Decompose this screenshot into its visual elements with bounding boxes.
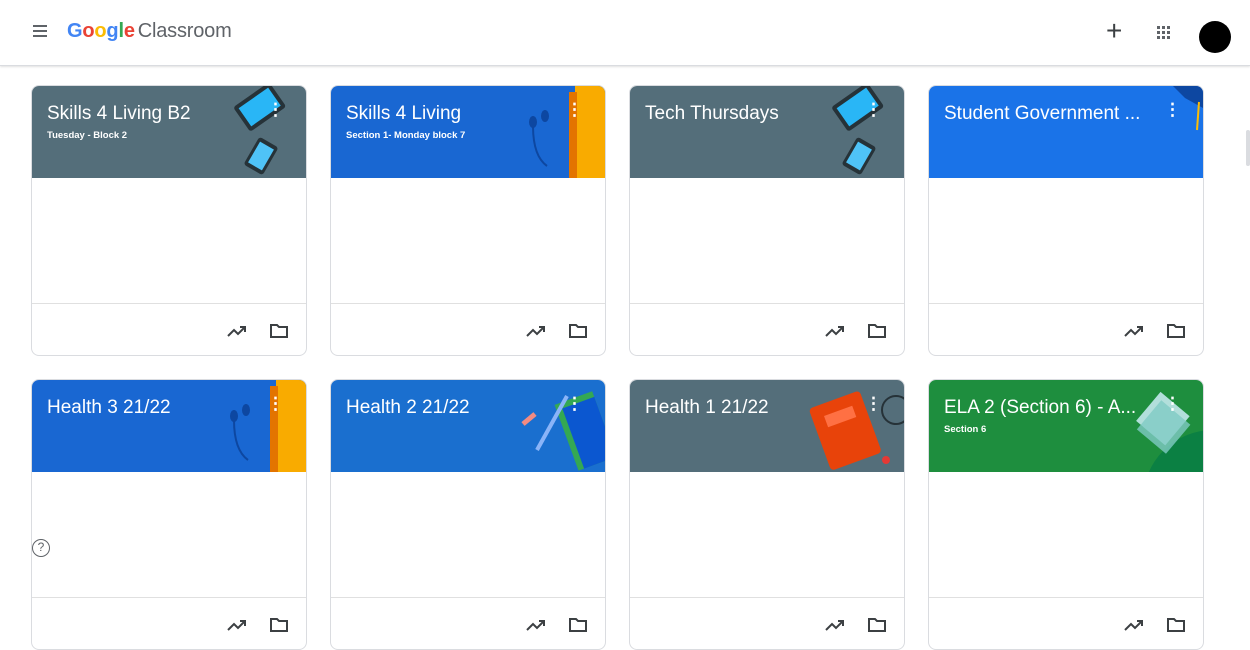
class-theme-illustration	[804, 380, 904, 472]
folder-icon[interactable]	[269, 322, 289, 340]
trending-up-icon[interactable]	[824, 322, 846, 340]
class-card-actions	[929, 303, 1203, 355]
brand-letter: o	[82, 20, 95, 42]
grid-dot	[1162, 36, 1165, 39]
class-card-header[interactable]: Health 1 21/22 ⋮	[630, 380, 904, 472]
main-menu-button[interactable]	[28, 22, 52, 46]
class-title[interactable]: Skills 4 Living	[346, 103, 556, 125]
class-card-header[interactable]: Skills 4 Living Section 1- Monday block 7…	[331, 86, 605, 178]
trending-up-icon[interactable]	[525, 322, 547, 340]
trending-up-icon[interactable]	[824, 616, 846, 634]
class-card[interactable]: ELA 2 (Section 6) - A... Section 6 ⋮	[928, 379, 1204, 650]
class-title[interactable]: Health 2 21/22	[346, 397, 556, 419]
class-theme-illustration	[206, 86, 306, 178]
class-card-actions	[32, 303, 306, 355]
trending-up-icon[interactable]	[525, 616, 547, 634]
folder-icon[interactable]	[867, 322, 887, 340]
class-card-actions	[630, 597, 904, 649]
more-vert-icon[interactable]: ⋮	[865, 101, 882, 118]
scrollbar-thumb[interactable]	[1246, 130, 1250, 166]
class-title[interactable]: Tech Thursdays	[645, 103, 855, 125]
class-card[interactable]: Student Government ... ⋮	[928, 85, 1204, 356]
class-card-actions	[331, 303, 605, 355]
grid-dot	[1157, 31, 1160, 34]
class-card[interactable]: Tech Thursdays ⋮	[629, 85, 905, 356]
hamburger-line	[33, 30, 47, 32]
help-icon[interactable]: ?	[32, 539, 50, 557]
more-vert-icon[interactable]: ⋮	[566, 101, 583, 118]
top-app-bar: Google Classroom +	[0, 0, 1250, 66]
class-theme-illustration	[505, 380, 605, 472]
class-card[interactable]: Health 3 21/22 ⋮	[31, 379, 307, 650]
hamburger-menu-icon	[33, 25, 47, 27]
class-card-actions	[630, 303, 904, 355]
grid-dot	[1162, 26, 1165, 29]
folder-icon[interactable]	[867, 616, 887, 634]
class-card[interactable]: Health 1 21/22 ⋮	[629, 379, 905, 650]
brand-letter: o	[94, 20, 107, 42]
grid-dot	[1167, 31, 1170, 34]
brand-letter: G	[67, 20, 83, 42]
trending-up-icon[interactable]	[1123, 616, 1145, 634]
class-theme-illustration	[1103, 86, 1203, 178]
more-vert-icon[interactable]: ⋮	[267, 395, 284, 412]
grid-dot	[1167, 26, 1170, 29]
class-theme-illustration	[804, 86, 904, 178]
grid-dot	[1157, 26, 1160, 29]
class-section[interactable]: Tuesday - Block 2	[47, 130, 127, 141]
app-name: Classroom	[137, 20, 232, 42]
class-theme-illustration	[206, 380, 306, 472]
class-title[interactable]: ELA 2 (Section 6) - A...	[944, 397, 1154, 419]
more-vert-icon[interactable]: ⋮	[865, 395, 882, 412]
folder-icon[interactable]	[568, 616, 588, 634]
folder-icon[interactable]	[1166, 616, 1186, 634]
grid-dot	[1157, 36, 1160, 39]
class-card-header[interactable]: Health 3 21/22 ⋮	[32, 380, 306, 472]
class-card-header[interactable]: Student Government ... ⋮	[929, 86, 1203, 178]
class-title[interactable]: Health 1 21/22	[645, 397, 855, 419]
class-card-actions	[929, 597, 1203, 649]
class-theme-illustration	[505, 86, 605, 178]
class-card[interactable]: Skills 4 Living Section 1- Monday block 7…	[330, 85, 606, 356]
more-vert-icon[interactable]: ⋮	[1164, 395, 1181, 412]
grid-dot	[1162, 31, 1165, 34]
class-card-actions	[331, 597, 605, 649]
class-card-actions	[32, 597, 306, 649]
more-vert-icon[interactable]: ⋮	[566, 395, 583, 412]
class-card[interactable]: Skills 4 Living B2 Tuesday - Block 2 ⋮	[31, 85, 307, 356]
class-card[interactable]: Health 2 21/22 ⋮	[330, 379, 606, 650]
trending-up-icon[interactable]	[226, 616, 248, 634]
hamburger-line	[33, 35, 47, 37]
class-card-header[interactable]: Skills 4 Living B2 Tuesday - Block 2 ⋮	[32, 86, 306, 178]
more-vert-icon[interactable]: ⋮	[1164, 101, 1181, 118]
class-title[interactable]: Health 3 21/22	[47, 397, 257, 419]
brand-letter: g	[106, 20, 119, 42]
class-section[interactable]: Section 6	[944, 424, 986, 435]
class-title[interactable]: Skills 4 Living B2	[47, 103, 257, 125]
class-title[interactable]: Student Government ...	[944, 103, 1154, 125]
folder-icon[interactable]	[568, 322, 588, 340]
grid-dot	[1167, 36, 1170, 39]
class-card-header[interactable]: ELA 2 (Section 6) - A... Section 6 ⋮	[929, 380, 1203, 472]
class-card-header[interactable]: Health 2 21/22 ⋮	[331, 380, 605, 472]
google-wordmark: Google	[67, 20, 135, 42]
trending-up-icon[interactable]	[1123, 322, 1145, 340]
folder-icon[interactable]	[1166, 322, 1186, 340]
folder-icon[interactable]	[269, 616, 289, 634]
more-vert-icon[interactable]: ⋮	[267, 101, 284, 118]
class-theme-illustration	[1103, 380, 1203, 472]
create-join-class-button[interactable]: +	[1106, 17, 1122, 45]
account-avatar[interactable]	[1199, 21, 1231, 53]
trending-up-icon[interactable]	[226, 322, 248, 340]
class-card-header[interactable]: Tech Thursdays ⋮	[630, 86, 904, 178]
brand-logo[interactable]: Google Classroom	[67, 20, 232, 43]
class-section[interactable]: Section 1- Monday block 7	[346, 130, 465, 141]
brand-letter: e	[123, 20, 135, 42]
apps-grid-icon[interactable]	[1157, 26, 1171, 40]
